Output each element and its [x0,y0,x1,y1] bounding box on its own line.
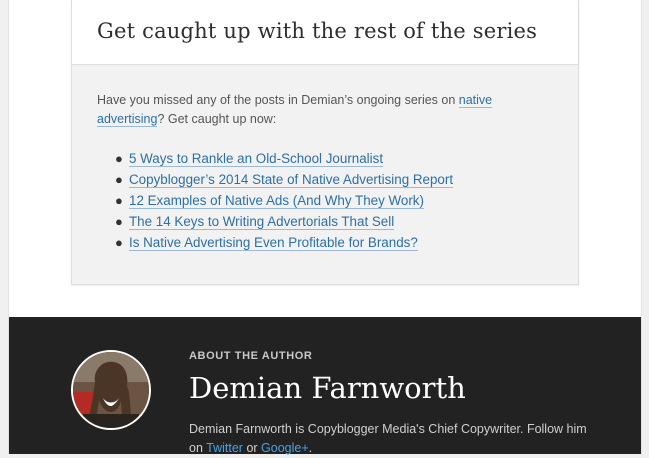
series-intro: Have you missed any of the posts in Demi… [97,91,517,129]
twitter-link[interactable]: Twitter [206,441,243,455]
author-name: Demian Farnworth [189,371,466,405]
page-content: Get caught up with the rest of the serie… [8,0,642,455]
bullet-icon: ● [115,151,123,166]
intro-text: Have you missed any of the posts in Demi… [97,93,459,107]
list-item: ● 5 Ways to Rankle an Old-School Journali… [97,148,453,169]
series-box: Get caught up with the rest of the serie… [71,0,579,285]
bio-period: . [308,441,313,455]
author-bio: Demian Farnworth is Copyblogger Media's … [189,420,589,458]
intro-text-end: ? Get caught up now: [157,112,277,126]
post-link[interactable]: Copyblogger’s 2014 State of Native Adver… [129,172,454,188]
list-item: ● 12 Examples of Native Ads (And Why They… [97,190,453,211]
author-box: ABOUT THE AUTHOR Demian Farnworth Demian… [9,317,641,455]
post-link[interactable]: 5 Ways to Rankle an Old-School Journalis… [129,151,384,167]
list-item: ● The 14 Keys to Writing Advertorials Tha… [97,211,453,232]
googleplus-link[interactable]: Google+ [261,441,309,455]
bio-separator: or [242,441,262,455]
author-photo-icon [73,352,149,428]
bullet-icon: ● [115,193,123,208]
post-link[interactable]: 12 Examples of Native Ads (And Why They … [129,193,424,209]
author-avatar [71,350,151,430]
series-post-list: ● 5 Ways to Rankle an Old-School Journali… [97,148,454,253]
bullet-icon: ● [115,214,123,229]
series-title: Get caught up with the rest of the serie… [97,19,538,43]
post-link[interactable]: The 14 Keys to Writing Advertorials That… [129,214,395,230]
bullet-icon: ● [115,172,123,187]
list-item: ● Copyblogger’s 2014 State of Native Adve… [97,169,454,190]
bullet-icon: ● [115,235,123,250]
series-header: Get caught up with the rest of the serie… [72,0,578,65]
about-author-label: ABOUT THE AUTHOR [189,350,313,362]
list-item: ● Is Native Advertising Even Profitable f… [97,232,453,253]
post-link[interactable]: Is Native Advertising Even Profitable fo… [129,235,418,251]
